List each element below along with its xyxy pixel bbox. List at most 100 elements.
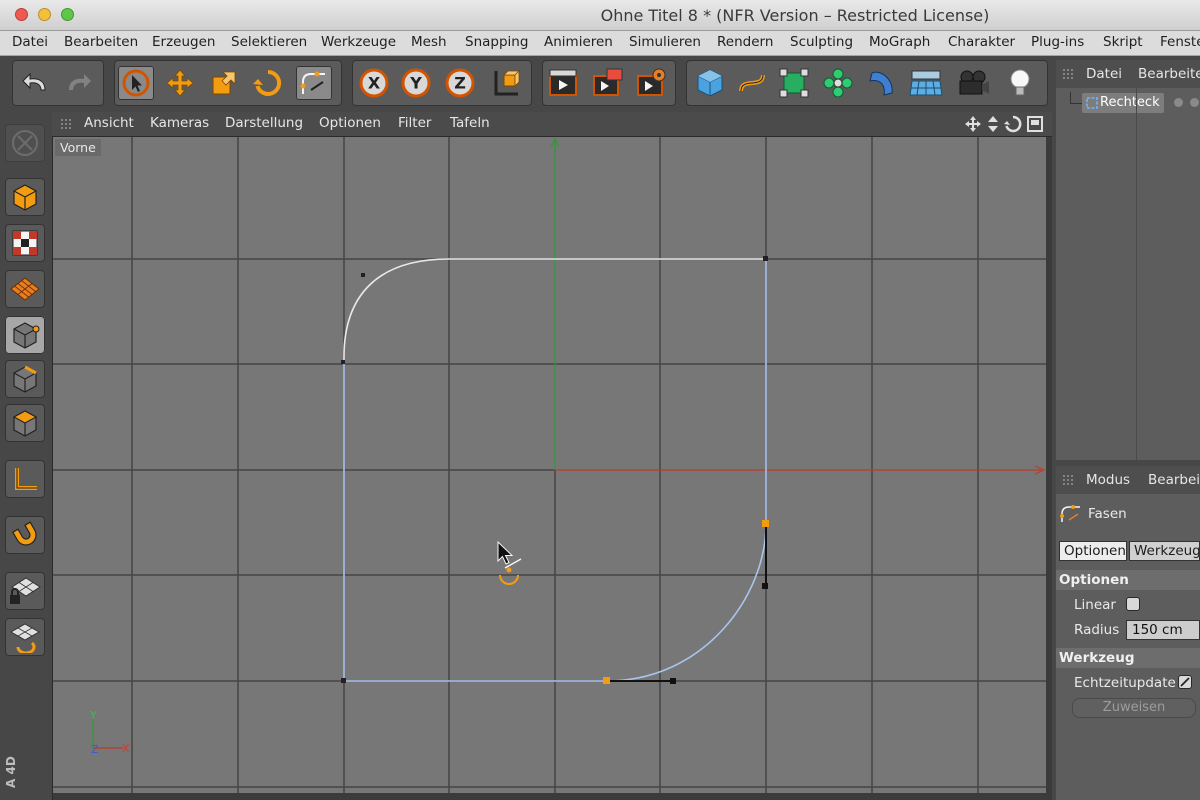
nurbs-object-button[interactable] xyxy=(776,66,812,100)
pan-view-icon[interactable] xyxy=(964,115,982,133)
coordinate-system-button[interactable] xyxy=(488,66,524,100)
bevel-tool-icon xyxy=(1060,505,1080,522)
menu-werkzeuge[interactable]: Werkzeuge xyxy=(321,34,396,50)
viewport-front[interactable]: Y Z X Vorne xyxy=(53,137,1046,793)
menu-skript[interactable]: Skript xyxy=(1103,34,1143,50)
move-tool-button[interactable] xyxy=(162,66,198,100)
menu-animieren[interactable]: Animieren xyxy=(544,34,613,50)
main-toolbar: X Y Z xyxy=(0,56,1052,113)
menu-fenster[interactable]: Fenster xyxy=(1160,34,1200,50)
tab-optionen[interactable]: Optionen xyxy=(1059,541,1127,561)
object-rechteck[interactable]: Rechteck xyxy=(1082,93,1164,113)
x-axis-icon: X xyxy=(359,68,389,98)
radius-input[interactable]: 150 cm xyxy=(1126,620,1200,640)
tangent-end-point[interactable] xyxy=(762,583,768,589)
workplane-mode-button[interactable] xyxy=(5,270,45,308)
cube-object-button[interactable] xyxy=(692,66,728,100)
maximize-view-icon[interactable] xyxy=(1026,115,1044,133)
cinema4d-watermark: A 4D xyxy=(4,756,18,788)
spline-point[interactable] xyxy=(341,678,346,683)
points-mode-button[interactable] xyxy=(5,316,45,354)
om-menu-bearbeiten[interactable]: Bearbeiten xyxy=(1138,66,1200,82)
menu-erzeugen[interactable]: Erzeugen xyxy=(152,34,215,50)
menu-selektieren[interactable]: Selektieren xyxy=(231,34,307,50)
title-bar: Ohne Titel 8 * (NFR Version – Restricted… xyxy=(0,0,1200,31)
menu-bearbeiten[interactable]: Bearbeiten xyxy=(64,34,138,50)
scale-tool-button[interactable] xyxy=(206,66,242,100)
axis-mode-button[interactable] xyxy=(5,460,45,498)
am-menu-modus[interactable]: Modus xyxy=(1086,472,1130,488)
locked-workplane-button[interactable] xyxy=(5,572,45,610)
spline-point[interactable] xyxy=(361,273,365,277)
edges-mode-button[interactable] xyxy=(5,360,45,398)
menu-mesh[interactable]: Mesh xyxy=(411,34,447,50)
rotate-view-icon[interactable] xyxy=(1004,115,1022,133)
spline-point[interactable] xyxy=(341,360,345,364)
edges-cube-icon xyxy=(13,365,37,393)
render-picture-viewer-button[interactable] xyxy=(590,66,626,100)
undo-button[interactable] xyxy=(18,66,54,100)
spline-point-selected[interactable] xyxy=(603,677,610,684)
workplane-grid-icon xyxy=(10,277,40,301)
snapping-toggle-button[interactable] xyxy=(5,516,45,554)
minimize-window-button[interactable] xyxy=(38,8,51,21)
zoom-view-icon[interactable] xyxy=(986,115,1000,133)
render-view-button[interactable] xyxy=(546,66,582,100)
model-mode-button[interactable] xyxy=(5,178,45,216)
vp-menu-optionen[interactable]: Optionen xyxy=(319,115,381,131)
make-editable-button[interactable] xyxy=(5,124,45,162)
live-selection-button[interactable] xyxy=(118,66,154,100)
selection-arrow-icon xyxy=(122,69,150,97)
vp-menu-kameras[interactable]: Kameras xyxy=(150,115,209,131)
rotate-tool-button[interactable] xyxy=(250,66,286,100)
om-menu-datei[interactable]: Datei xyxy=(1086,66,1122,82)
redo-button[interactable] xyxy=(60,66,96,100)
vp-menu-filter[interactable]: Filter xyxy=(398,115,431,131)
camera-object-button[interactable] xyxy=(956,66,992,100)
am-menu-bearbeiten[interactable]: Bearbeiten xyxy=(1148,472,1200,488)
menu-datei[interactable]: Datei xyxy=(12,34,48,50)
texture-mode-button[interactable] xyxy=(5,224,45,262)
tab-werkzeug[interactable]: Werkzeug xyxy=(1129,541,1200,561)
polygons-mode-button[interactable] xyxy=(5,404,45,442)
menu-charakter[interactable]: Charakter xyxy=(948,34,1015,50)
render-visibility-dot[interactable] xyxy=(1190,98,1199,107)
linear-label: Linear xyxy=(1074,597,1116,613)
light-object-button[interactable] xyxy=(1002,66,1038,100)
menu-rendern[interactable]: Rendern xyxy=(717,34,773,50)
bevel-tool-button[interactable] xyxy=(296,66,332,100)
z-axis-lock-button[interactable]: Z xyxy=(442,66,478,100)
visibility-dot[interactable] xyxy=(1174,98,1183,107)
realtime-update-checkbox[interactable] xyxy=(1178,675,1192,689)
attribute-manager-grip[interactable] xyxy=(1062,474,1074,486)
scale-box-icon xyxy=(212,71,236,95)
grid-rotate-icon xyxy=(9,623,41,653)
menu-plug-ins[interactable]: Plug-ins xyxy=(1031,34,1084,50)
vp-menu-darstellung[interactable]: Darstellung xyxy=(225,115,303,131)
zoom-window-button[interactable] xyxy=(61,8,74,21)
spline-point-selected[interactable] xyxy=(762,520,769,527)
menu-simulieren[interactable]: Simulieren xyxy=(629,34,701,50)
object-manager-grip[interactable] xyxy=(1062,68,1074,80)
spline-point[interactable] xyxy=(763,256,768,261)
menu-mograph[interactable]: MoGraph xyxy=(869,34,930,50)
vp-menu-tafeln[interactable]: Tafeln xyxy=(450,115,490,131)
viewport-canvas[interactable]: Y Z X xyxy=(53,137,1046,793)
vp-menu-ansicht[interactable]: Ansicht xyxy=(84,115,134,131)
tangent-end-point[interactable] xyxy=(670,678,676,684)
x-axis-lock-button[interactable]: X xyxy=(356,66,392,100)
y-axis-lock-button[interactable]: Y xyxy=(398,66,434,100)
workplane-rotate-button[interactable] xyxy=(5,618,45,656)
deformer-button[interactable] xyxy=(864,66,900,100)
mograph-cloner-button[interactable] xyxy=(820,66,856,100)
render-settings-button[interactable] xyxy=(634,66,670,100)
menu-sculpting[interactable]: Sculpting xyxy=(790,34,853,50)
apply-button[interactable]: Zuweisen xyxy=(1072,698,1196,718)
linear-checkbox[interactable] xyxy=(1126,597,1140,611)
viewport-grip-handle[interactable] xyxy=(60,118,72,130)
attribute-manager-header: Modus Bearbeiten xyxy=(1056,466,1200,494)
menu-snapping[interactable]: Snapping xyxy=(465,34,528,50)
floor-object-button[interactable] xyxy=(908,66,944,100)
close-window-button[interactable] xyxy=(15,8,28,21)
spline-object-button[interactable] xyxy=(734,66,770,100)
